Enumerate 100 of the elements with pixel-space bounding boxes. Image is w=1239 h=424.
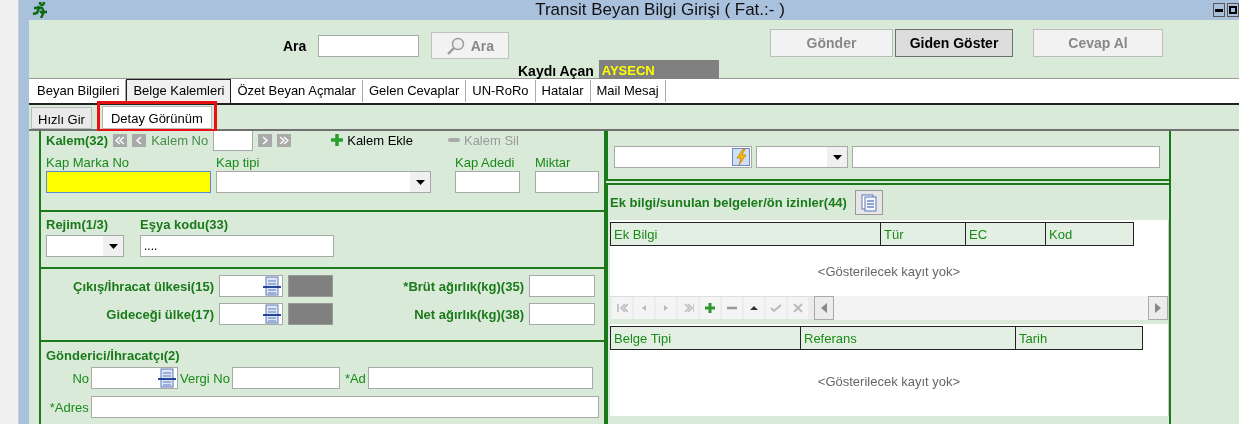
field-label: Kap tipi [216, 155, 261, 170]
field-label: Kap Marka No [46, 155, 131, 170]
field-label: Çıkış/İhracat ülkesi(15) [72, 278, 214, 294]
action-button[interactable]: Giden Göster [895, 29, 1013, 57]
field-label: No [71, 370, 89, 386]
field-label: Rejim(1/3) [46, 217, 110, 232]
input-field[interactable] [318, 34, 420, 57]
minimize-button[interactable] [1213, 3, 1225, 17]
scroll-left-icon [821, 303, 827, 313]
column-header: Ek Bilgi [611, 223, 881, 245]
field-label: *Ad [344, 370, 366, 386]
field-label: Gideceği ülke(17) [105, 306, 214, 322]
plus-icon [704, 302, 716, 314]
previous-button[interactable] [132, 133, 147, 147]
input-field[interactable] [90, 396, 599, 418]
next-icon [260, 135, 271, 145]
tab[interactable]: Belge Kalemleri [126, 79, 232, 103]
section-title: Gönderici/İhracatçı(2) [46, 348, 181, 363]
section-title: Ek bilgi/sunulan belgeler/ön izinler(44) [610, 195, 847, 210]
tab[interactable]: Özet Beyan Açmalar [231, 80, 363, 102]
check-button[interactable] [766, 297, 786, 319]
input-field[interactable] [367, 367, 593, 389]
lookup-field[interactable] [614, 146, 752, 168]
cancel-icon [792, 302, 804, 314]
empty-message: <Gösterilecek kayıt yok> [817, 263, 961, 279]
dropdown[interactable] [46, 235, 124, 257]
input-field[interactable] [852, 146, 1160, 168]
input-field[interactable] [535, 171, 599, 193]
input-field[interactable] [455, 171, 520, 193]
scroll-right-icon [1155, 303, 1161, 313]
opened-by-value: AYSECN [598, 60, 719, 81]
input-field[interactable]: .... [140, 235, 334, 257]
dropdown[interactable] [216, 171, 431, 193]
caret-icon [415, 179, 425, 185]
lookup-field[interactable] [219, 303, 283, 325]
running-man-icon [31, 2, 49, 18]
list-icon[interactable] [263, 304, 281, 324]
first-icon [115, 135, 126, 145]
minimize-icon [1215, 8, 1223, 12]
caret-icon [108, 243, 118, 249]
field-label: Eşya kodu(33) [140, 217, 230, 232]
last-icon [682, 302, 694, 314]
sub-tab[interactable]: Detay Görünüm [101, 106, 212, 129]
item-action-button[interactable]: Kalem Ekle [331, 132, 413, 148]
input-field[interactable] [231, 367, 340, 389]
tab[interactable]: Mail Mesaj [590, 80, 666, 102]
input-field[interactable] [529, 275, 595, 297]
column-header: EC [966, 223, 1046, 245]
maximize-button[interactable] [1227, 3, 1239, 17]
column-header: Referans [801, 327, 1016, 349]
tab[interactable]: Hatalar [535, 80, 591, 102]
lookup-field[interactable] [91, 367, 178, 389]
first-icon [616, 302, 628, 314]
horizontal-scrollbar[interactable] [814, 296, 1168, 320]
section-title: Kalem(32) [46, 132, 109, 148]
plus-icon [331, 134, 344, 146]
previous-button[interactable] [634, 297, 654, 319]
tab[interactable]: Gelen Cevaplar [362, 80, 467, 102]
search-label: Ara [283, 37, 307, 54]
list-icon[interactable] [158, 368, 176, 388]
window-title: Transit Beyan Bilgi Girişi ( Fat.:- ) [534, 0, 786, 20]
field-label: *Adres [48, 399, 89, 415]
column-header: Tür [881, 223, 966, 245]
first-button[interactable] [612, 297, 632, 319]
caret-icon [832, 154, 842, 160]
empty-message: <Gösterilecek kayıt yok> [817, 373, 961, 389]
cancel-button[interactable] [788, 297, 808, 319]
input-field[interactable] [213, 131, 254, 151]
field-label: Vergi No [180, 370, 230, 386]
field-label: Miktar [535, 155, 572, 170]
sub-tab[interactable]: Hızlı Gir [31, 107, 92, 129]
field-label: Net ağırlık(kg)(38) [413, 306, 524, 322]
column-header: Tarih [1018, 330, 1049, 348]
last-button[interactable] [277, 133, 292, 147]
field-label: *Brüt ağırlık(kg)(35) [402, 278, 524, 294]
search-icon [446, 36, 465, 55]
list-icon[interactable] [263, 276, 281, 296]
minus-icon [447, 138, 460, 142]
lightning-icon[interactable] [732, 148, 750, 166]
field-label: Kap Adedi [455, 155, 516, 170]
last-button[interactable] [678, 297, 698, 319]
plus-button[interactable] [700, 297, 720, 319]
input-field[interactable] [529, 303, 595, 325]
item-number-label: Kalem No [151, 132, 209, 148]
first-button[interactable] [113, 133, 128, 147]
up-button[interactable] [744, 297, 764, 319]
lookup-field[interactable] [219, 275, 283, 297]
dropdown[interactable] [756, 146, 848, 168]
documents-button[interactable] [854, 190, 883, 215]
input-field[interactable] [46, 171, 211, 193]
country-name-field [288, 275, 333, 297]
tab[interactable]: UN-RoRo [466, 80, 536, 102]
opened-by-label: Kaydı Açan [518, 62, 594, 79]
country-name-field [288, 303, 333, 325]
next-button[interactable] [258, 133, 273, 147]
documents-icon [859, 193, 878, 212]
last-icon [279, 135, 290, 145]
next-button[interactable] [656, 297, 676, 319]
maximize-icon [1229, 6, 1237, 14]
column-header: Kod [1048, 226, 1074, 244]
